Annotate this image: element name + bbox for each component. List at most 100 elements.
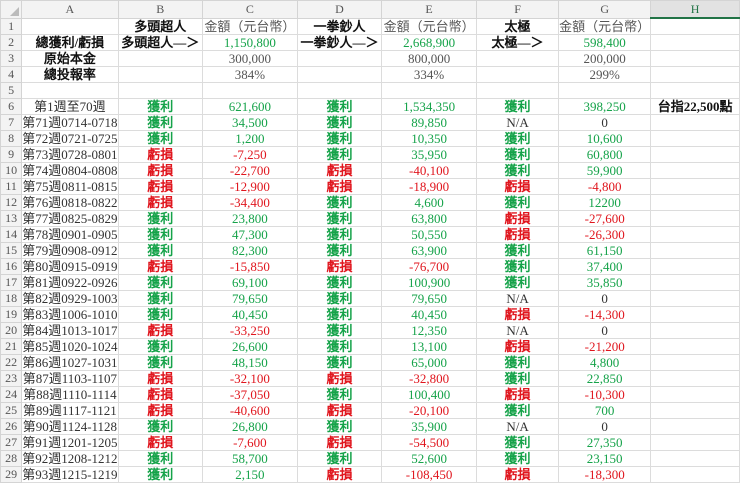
cell-e13[interactable]: 63,800 xyxy=(381,210,477,227)
cell-e3[interactable]: 800,000 xyxy=(381,50,477,67)
cell-h21[interactable] xyxy=(650,338,740,355)
cell-b26[interactable]: 獲利 xyxy=(117,418,204,435)
row-header[interactable]: 3 xyxy=(0,50,23,67)
cell-b6[interactable]: 獲利 xyxy=(117,98,204,115)
cell-d8[interactable]: 獲利 xyxy=(296,130,383,147)
cell-a19[interactable]: 第83週1006-1010 xyxy=(21,306,119,323)
cell-g13[interactable]: -27,600 xyxy=(558,210,652,227)
cell-d9[interactable]: 獲利 xyxy=(296,146,383,163)
cell-f9[interactable]: 獲利 xyxy=(475,146,560,163)
row-header[interactable]: 1 xyxy=(0,17,23,35)
cell-f18[interactable]: N/A xyxy=(475,290,560,307)
cell-g7[interactable]: 0 xyxy=(558,114,652,131)
cell-e4[interactable]: 334% xyxy=(381,66,477,83)
cell-c28[interactable]: 58,700 xyxy=(202,450,298,467)
cell-f4[interactable] xyxy=(475,66,560,83)
cell-b19[interactable]: 獲利 xyxy=(117,306,204,323)
row-header[interactable]: 11 xyxy=(0,178,23,195)
row-header[interactable]: 7 xyxy=(0,114,23,131)
row-header[interactable]: 16 xyxy=(0,258,23,275)
cell-b1[interactable]: 多頭超人 xyxy=(117,17,204,35)
cell-f15[interactable]: 獲利 xyxy=(475,242,560,259)
cell-a5[interactable] xyxy=(21,82,119,99)
cell-b16[interactable]: 虧損 xyxy=(117,258,204,275)
cell-g19[interactable]: -14,300 xyxy=(558,306,652,323)
cell-c6[interactable]: 621,600 xyxy=(202,98,298,115)
spreadsheet-grid[interactable]: A B C D E F G H 1 多頭超人 金額（元台幣） 一拳鈔人 金額（元台幣） 太極 金額（元台幣）… xyxy=(0,0,740,483)
cell-d1[interactable]: 一拳鈔人 xyxy=(296,17,383,35)
row-header[interactable]: 15 xyxy=(0,242,23,259)
cell-h16[interactable] xyxy=(650,258,740,275)
cell-g22[interactable]: 4,800 xyxy=(558,354,652,371)
cell-g24[interactable]: -10,300 xyxy=(558,386,652,403)
cell-b27[interactable]: 虧損 xyxy=(117,434,204,451)
cell-a1[interactable] xyxy=(21,17,119,35)
cell-h23[interactable] xyxy=(650,370,740,387)
row-header[interactable]: 18 xyxy=(0,290,23,307)
row-header[interactable]: 13 xyxy=(0,210,23,227)
row-header[interactable]: 26 xyxy=(0,418,23,435)
cell-e7[interactable]: 89,850 xyxy=(381,114,477,131)
cell-g26[interactable]: 0 xyxy=(558,418,652,435)
cell-e2[interactable]: 2,668,900 xyxy=(381,34,477,51)
cell-f13[interactable]: 虧損 xyxy=(475,210,560,227)
cell-h24[interactable] xyxy=(650,386,740,403)
cell-h9[interactable] xyxy=(650,146,740,163)
cell-f19[interactable]: 虧損 xyxy=(475,306,560,323)
cell-b9[interactable]: 虧損 xyxy=(117,146,204,163)
cell-h13[interactable] xyxy=(650,210,740,227)
cell-f5[interactable] xyxy=(475,82,560,99)
cell-e27[interactable]: -54,500 xyxy=(381,434,477,451)
cell-f2[interactable]: 太極—＞ xyxy=(475,34,560,51)
cell-b3[interactable] xyxy=(117,50,204,67)
cell-g8[interactable]: 10,600 xyxy=(558,130,652,147)
cell-d12[interactable]: 獲利 xyxy=(296,194,383,211)
row-header[interactable]: 12 xyxy=(0,194,23,211)
row-header[interactable]: 14 xyxy=(0,226,23,243)
cell-d18[interactable]: 獲利 xyxy=(296,290,383,307)
cell-e15[interactable]: 63,900 xyxy=(381,242,477,259)
cell-d2[interactable]: 一拳鈔人—＞ xyxy=(296,34,383,51)
cell-g21[interactable]: -21,200 xyxy=(558,338,652,355)
cell-g16[interactable]: 37,400 xyxy=(558,258,652,275)
cell-f21[interactable]: 虧損 xyxy=(475,338,560,355)
cell-g18[interactable]: 0 xyxy=(558,290,652,307)
cell-a16[interactable]: 第80週0915-0919 xyxy=(21,258,119,275)
cell-c4[interactable]: 384% xyxy=(202,66,298,83)
cell-a7[interactable]: 第71週0714-0718 xyxy=(21,114,119,131)
cell-b8[interactable]: 獲利 xyxy=(117,130,204,147)
cell-c23[interactable]: -32,100 xyxy=(202,370,298,387)
cell-c24[interactable]: -37,050 xyxy=(202,386,298,403)
cell-c3[interactable]: 300,000 xyxy=(202,50,298,67)
cell-a15[interactable]: 第79週0908-0912 xyxy=(21,242,119,259)
cell-c1[interactable]: 金額（元台幣） xyxy=(202,17,298,35)
cell-h3[interactable] xyxy=(650,50,740,67)
cell-b25[interactable]: 虧損 xyxy=(117,402,204,419)
cell-g12[interactable]: 12200 xyxy=(558,194,652,211)
row-header[interactable]: 19 xyxy=(0,306,23,323)
cell-g20[interactable]: 0 xyxy=(558,322,652,339)
cell-e11[interactable]: -18,900 xyxy=(381,178,477,195)
cell-h14[interactable] xyxy=(650,226,740,243)
cell-h1[interactable] xyxy=(650,17,740,35)
cell-b24[interactable]: 虧損 xyxy=(117,386,204,403)
cell-b22[interactable]: 獲利 xyxy=(117,354,204,371)
cell-h28[interactable] xyxy=(650,450,740,467)
cell-c13[interactable]: 23,800 xyxy=(202,210,298,227)
cell-c10[interactable]: -22,700 xyxy=(202,162,298,179)
cell-h8[interactable] xyxy=(650,130,740,147)
cell-a21[interactable]: 第85週1020-1024 xyxy=(21,338,119,355)
cell-a2[interactable]: 總獲利/虧損 xyxy=(21,34,119,51)
cell-a25[interactable]: 第89週1117-1121 xyxy=(21,402,119,419)
cell-h11[interactable] xyxy=(650,178,740,195)
cell-e9[interactable]: 35,950 xyxy=(381,146,477,163)
cell-g5[interactable] xyxy=(558,82,652,99)
cell-c8[interactable]: 1,200 xyxy=(202,130,298,147)
cell-h19[interactable] xyxy=(650,306,740,323)
cell-g11[interactable]: -4,800 xyxy=(558,178,652,195)
cell-g17[interactable]: 35,850 xyxy=(558,274,652,291)
cell-a20[interactable]: 第84週1013-1017 xyxy=(21,322,119,339)
cell-e12[interactable]: 4,600 xyxy=(381,194,477,211)
cell-c2[interactable]: 1,150,800 xyxy=(202,34,298,51)
cell-a27[interactable]: 第91週1201-1205 xyxy=(21,434,119,451)
